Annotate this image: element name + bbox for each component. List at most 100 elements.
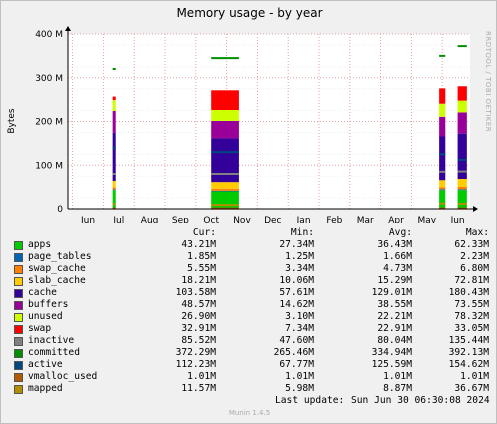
header-min: Min:: [290, 227, 314, 238]
legend-row-swap: swap 32.91M 7.34M 22.91M 33.05M: [11, 323, 491, 335]
legend-max-value: 135.44M: [448, 335, 489, 346]
area-apps: [112, 190, 116, 209]
legend-series-name: committed: [28, 347, 80, 358]
y-tick-label: 400 M: [35, 30, 63, 40]
area-unused: [112, 100, 116, 111]
legend-cur-value: 1.85M: [187, 251, 216, 262]
legend-cur-value: 103.58M: [175, 287, 216, 298]
area-swap-cache: [439, 187, 446, 190]
legend-min-value: 27.34M: [279, 239, 314, 250]
last-update: Last update: Sun Jun 30 06:30:08 2024: [11, 395, 491, 407]
x-tick-label: May: [417, 216, 436, 223]
area-buffers: [211, 120, 239, 139]
legend-swatch: [14, 385, 23, 394]
legend-series-name: page_tables: [28, 251, 92, 262]
area-swap-cache: [112, 187, 116, 190]
legend-row-swap-cache: swap_cache 5.55M 3.34M 4.73M 6.80M: [11, 263, 491, 275]
legend-min-value: 3.34M: [285, 263, 314, 274]
legend-max-value: 62.33M: [454, 239, 489, 250]
legend-swatch: [14, 241, 23, 250]
legend-swatch: [14, 349, 23, 358]
legend-row-buffers: buffers 48.57M 14.62M 38.55M 73.55M: [11, 299, 491, 311]
legend-cur-value: 32.91M: [181, 323, 216, 334]
y-tick-label: 300 M: [35, 74, 63, 84]
x-tick-label: Mar: [357, 216, 374, 223]
legend-max-value: 6.80M: [460, 263, 489, 274]
legend-min-value: 5.98M: [285, 383, 314, 394]
legend-row-committed: committed 372.29M 265.46M 334.94M 392.13M: [11, 347, 491, 359]
x-tick-label: Apr: [388, 216, 404, 223]
area-buffers: [457, 112, 467, 134]
legend-max-value: 392.13M: [448, 347, 489, 358]
y-tick-label: 0: [57, 205, 63, 215]
area-slab-cache: [457, 178, 467, 187]
x-tick-label: Jun: [450, 216, 465, 223]
area-unused: [439, 103, 446, 117]
legend-row-slab-cache: slab_cache 18.21M 10.06M 15.29M 72.81M: [11, 275, 491, 287]
legend-max-value: 2.23M: [460, 251, 489, 262]
legend-series-name: slab_cache: [28, 275, 86, 286]
legend-swatch: [14, 313, 23, 322]
area-page-tables: [457, 189, 467, 191]
x-tick-label: Aug: [141, 216, 159, 223]
legend-cur-value: 11.57M: [181, 383, 216, 394]
legend-min-value: 67.77M: [279, 359, 314, 370]
legend-swatch: [14, 265, 23, 274]
legend-row-active: active 112.23M 67.77M 125.59M 154.62M: [11, 359, 491, 371]
legend-cur-value: 43.21M: [181, 239, 216, 250]
area-page-tables: [112, 189, 116, 191]
area-unused: [457, 100, 467, 113]
area-swap-cache: [211, 188, 239, 191]
legend-swatch: [14, 325, 23, 334]
legend-max-value: 73.55M: [454, 299, 489, 310]
legend-row-vmalloc-used: vmalloc_used 1.01M 1.01M 1.01M 1.01M: [11, 371, 491, 383]
legend-row-apps: apps 43.21M 27.34M 36.43M 62.33M: [11, 239, 491, 251]
legend-row-unused: unused 26.90M 3.10M 22.21M 78.32M: [11, 311, 491, 323]
area-slab-cache: [211, 182, 239, 189]
legend-min-value: 10.06M: [279, 275, 314, 286]
area-cache: [211, 138, 239, 183]
area-page-tables: [211, 190, 239, 192]
legend-min-value: 265.46M: [273, 347, 314, 358]
legend-series-name: unused: [28, 311, 63, 322]
area-buffers: [112, 111, 116, 133]
x-axis-arrow: [473, 206, 478, 212]
legend-series-name: apps: [28, 239, 52, 250]
legend-row-mapped: mapped 11.57M 5.98M 8.87M 36.67M: [11, 383, 491, 395]
x-tick-label: Feb: [326, 216, 342, 223]
legend-swatch: [14, 253, 23, 262]
last-update-label: Last update:: [275, 395, 345, 406]
y-ticks: 0 100 M 200 M 300 M 400 M: [35, 30, 63, 215]
legend-min-value: 14.62M: [279, 299, 314, 310]
area-slab-cache: [112, 181, 116, 188]
legend: Cur: Min: Avg: Max: apps 43.21M 27.34M 36.4…: [11, 227, 491, 395]
legend-swatch: [14, 361, 23, 370]
graph-frame: Memory usage - by year RRDTOOL / TOBI OE…: [0, 0, 497, 424]
legend-cur-value: 5.55M: [187, 263, 216, 274]
x-tick-label: Nov: [233, 216, 251, 223]
legend-min-value: 1.25M: [285, 251, 314, 262]
area-swap-cache: [457, 186, 467, 190]
legend-swatch: [14, 301, 23, 310]
legend-series-name: vmalloc_used: [28, 371, 98, 382]
area-swap: [439, 88, 446, 104]
legend-series-name: mapped: [28, 383, 63, 394]
area-apps: [211, 191, 239, 209]
area-page-tables: [439, 189, 446, 191]
legend-max-value: 33.05M: [454, 323, 489, 334]
legend-series-name: buffers: [28, 299, 69, 310]
legend-min-value: 3.10M: [285, 311, 314, 322]
area-apps: [439, 190, 446, 209]
area-unused: [211, 109, 239, 121]
legend-min-value: 7.34M: [285, 323, 314, 334]
legend-max-value: 72.81M: [454, 275, 489, 286]
legend-cur-value: 18.21M: [181, 275, 216, 286]
legend-series-name: active: [28, 359, 63, 370]
y-axis-label: Bytes: [7, 108, 17, 134]
legend-cur-value: 1.01M: [187, 371, 216, 382]
legend-max-value: 180.43M: [448, 287, 489, 298]
x-tick-label: Dec: [264, 216, 281, 223]
legend-cur-value: 372.29M: [175, 347, 216, 358]
x-tick-label: Sep: [172, 216, 189, 223]
legend-swatch: [14, 337, 23, 346]
